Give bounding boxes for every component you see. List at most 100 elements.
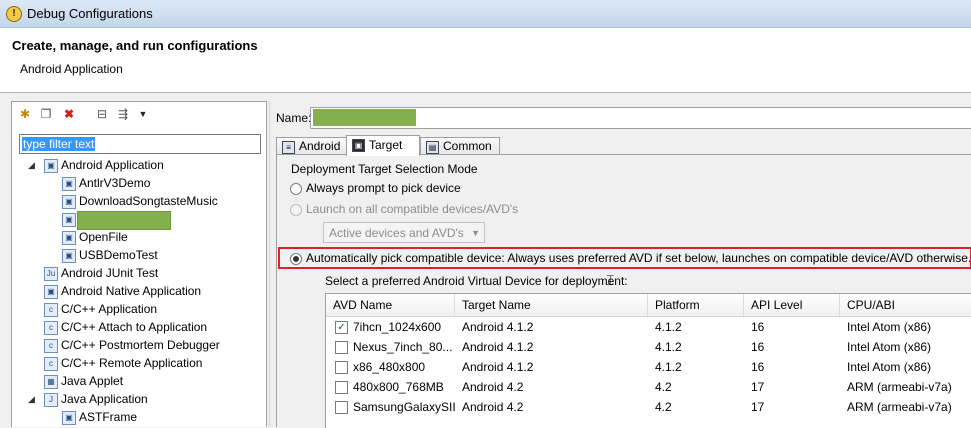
active-devices-value: Active devices and AVD's [329, 226, 464, 240]
table-cell: Android 4.1.2 [462, 340, 534, 354]
expand-arrow-icon[interactable]: ◢ [28, 394, 35, 405]
launch-all-label: Launch on all compatible devices/AVD's [306, 202, 519, 216]
tab-android-label: Android [299, 139, 341, 153]
expand-arrow-icon[interactable]: ◢ [28, 160, 35, 171]
tree-item[interactable]: ▣ Android Native Application [12, 283, 266, 301]
tree-item[interactable]: ▣ ASTFrame [12, 409, 266, 427]
always-prompt-label: Always prompt to pick device [306, 181, 461, 195]
collapse-all-icon[interactable]: ⊟ [95, 107, 109, 121]
table-cell: 17 [751, 380, 765, 394]
c-icon: c [44, 303, 58, 317]
tree-item[interactable]: c C/C++ Postmortem Debugger [12, 337, 266, 355]
avd-checkbox[interactable] [335, 361, 348, 374]
tab-target[interactable]: ▣ Target [346, 135, 420, 156]
active-devices-select[interactable]: Active devices and AVD's ▼ [323, 222, 485, 243]
window-title: Debug Configurations [27, 6, 153, 21]
table-cell: Intel Atom (x86) [847, 340, 932, 354]
avd-checkbox[interactable] [335, 381, 348, 394]
dialog-header: Create, manage, and run configurations A… [0, 28, 971, 93]
tree-item[interactable]: ◢ ▣ Android Application [12, 157, 266, 175]
table-cell: 16 [751, 340, 765, 354]
tree-item[interactable]: ▣ OpenFile [12, 229, 266, 247]
table-cell: ARM (armeabi-v7a) [847, 400, 952, 414]
name-field[interactable] [310, 107, 971, 129]
java-icon: J [44, 393, 58, 407]
new-config-icon[interactable]: ✱ [18, 107, 32, 121]
tree-item-label: ASTFrame [79, 410, 138, 424]
table-cell: 16 [751, 320, 765, 334]
tree-item[interactable]: ▦ Java Applet [12, 373, 266, 391]
tab-common[interactable]: ▤ Common [420, 137, 500, 155]
column-header-avd-name[interactable]: AVD Name [326, 294, 455, 316]
table-row[interactable]: 480x800_768MB Android 4.2 4.2 17 ARM (armeab… [326, 377, 971, 397]
mouse-cursor-icon: ⌶ [606, 272, 615, 288]
table-cell: 4.2 [655, 400, 672, 414]
debug-app-icon: ! [6, 6, 22, 22]
tree-item-label: Java Application [61, 392, 148, 406]
table-cell: 7ihcn_1024x600 [353, 320, 442, 334]
avd-table: AVD Name Target Name Platform API Level … [325, 293, 971, 428]
avd-checkbox[interactable] [335, 401, 348, 414]
tree-item[interactable]: c C/C++ Remote Application [12, 355, 266, 373]
tree-item[interactable]: ▣ [12, 211, 266, 230]
filter-icon[interactable]: ⇶ [116, 107, 130, 121]
table-cell: 4.1.2 [655, 320, 682, 334]
pane-splitter[interactable] [268, 101, 271, 426]
table-row[interactable]: x86_480x800 Android 4.1.2 4.1.2 16 Intel Ato… [326, 357, 971, 377]
table-cell: Android 4.1.2 [462, 360, 534, 374]
table-cell: ARM (armeabi-v7a) [847, 380, 952, 394]
table-cell: Nexus_7inch_80... [353, 340, 453, 354]
tree-item-label: Android Application [61, 158, 164, 172]
tree-item[interactable]: c C/C++ Attach to Application [12, 319, 266, 337]
delete-icon[interactable]: ✖ [62, 107, 76, 121]
tree-item[interactable]: Ju Android JUnit Test [12, 265, 266, 283]
android-app-icon: ▣ [44, 285, 58, 299]
common-tab-icon: ▤ [426, 141, 439, 154]
column-header-cpu-abi[interactable]: CPU/ABI [840, 294, 971, 316]
c-icon: c [44, 339, 58, 353]
column-header-api-level[interactable]: API Level [744, 294, 840, 316]
duplicate-icon[interactable]: ❐ [39, 107, 53, 121]
column-header-platform[interactable]: Platform [648, 294, 744, 316]
config-icon: ▣ [62, 195, 76, 209]
tree-item-label: Android JUnit Test [61, 266, 159, 280]
table-row[interactable]: SamsungGalaxySII Android 4.2 4.2 17 ARM (arm… [326, 397, 971, 417]
always-prompt-radio[interactable] [290, 183, 302, 195]
table-cell: Android 4.2 [462, 400, 524, 414]
avd-table-header: AVD Name Target Name Platform API Level … [326, 294, 971, 317]
table-cell: 17 [751, 400, 765, 414]
config-icon: ▣ [62, 231, 76, 245]
header-subtitle: Android Application [20, 62, 123, 76]
table-row[interactable]: Nexus_7inch_80... Android 4.1.2 4.1.2 16 Int… [326, 337, 971, 357]
filter-input[interactable]: type filter text [19, 134, 261, 154]
tree-item[interactable]: ◢ J Java Application [12, 391, 266, 409]
avd-checkbox[interactable]: ✓ [335, 321, 348, 334]
tree-item[interactable]: c C/C++ Application [12, 301, 266, 319]
table-cell: 16 [751, 360, 765, 374]
automatic-pick-label: Automatically pick compatible device: Al… [306, 251, 971, 265]
config-icon: ▣ [62, 249, 76, 263]
table-cell: 4.1.2 [655, 360, 682, 374]
automatic-pick-radio[interactable] [290, 253, 302, 265]
filter-menu-dropdown-icon[interactable]: ▼ [136, 107, 150, 121]
window-titlebar: ! Debug Configurations [0, 0, 971, 28]
avd-caption: Select a preferred Android Virtual Devic… [325, 274, 628, 288]
tree-item[interactable]: ▣ USBDemoTest [12, 247, 266, 265]
header-title: Create, manage, and run configurations [12, 38, 258, 53]
table-cell: Android 4.1.2 [462, 320, 534, 334]
tree-item-label: USBDemoTest [79, 248, 158, 262]
left-toolbar: ✱ ❐ ✖ ⊟ ⇶ ▼ [12, 102, 266, 128]
avd-checkbox[interactable] [335, 341, 348, 354]
configuration-tree: ◢ ▣ Android Application ▣ AntlrV3Demo ▣ Downlo… [12, 157, 266, 427]
tree-item-label: OpenFile [79, 230, 128, 244]
table-cell: Android 4.2 [462, 380, 524, 394]
tree-item[interactable]: ▣ AntlrV3Demo [12, 175, 266, 193]
tree-item[interactable]: ▣ DownloadSongtasteMusic [12, 193, 266, 211]
redacted-config-name [77, 211, 171, 230]
table-row[interactable]: ✓ 7ihcn_1024x600 Android 4.1.2 4.1.2 16 Intel… [326, 317, 971, 337]
launch-all-radio[interactable] [290, 204, 302, 216]
column-header-target-name[interactable]: Target Name [455, 294, 648, 316]
c-icon: c [44, 357, 58, 371]
filter-placeholder: type filter text [22, 137, 96, 151]
tab-android[interactable]: ≡ Android [276, 137, 351, 155]
